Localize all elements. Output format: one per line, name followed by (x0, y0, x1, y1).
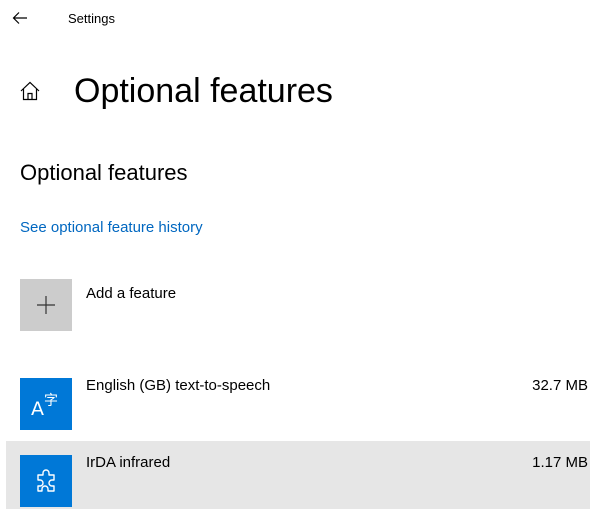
settings-window: Settings Optional features Optional feat… (0, 0, 590, 514)
back-arrow-icon (12, 12, 27, 24)
feature-name: English (GB) text-to-speech (86, 377, 271, 394)
add-feature-label: Add a feature (86, 285, 177, 302)
plus-icon (37, 296, 55, 314)
svg-text:字: 字 (44, 393, 58, 409)
feature-tile (20, 455, 72, 507)
puzzle-piece-icon (37, 469, 55, 492)
feature-row-english-tts[interactable]: A 字 English (GB) text-to-speech 32.7 MB (6, 364, 590, 432)
feature-row-irda-infrared[interactable]: IrDA infrared 1.17 MB (6, 441, 590, 509)
feature-tile: A 字 (20, 378, 72, 430)
feature-name: IrDA infrared (86, 454, 171, 471)
add-feature-tile (20, 279, 72, 331)
home-icon[interactable] (19, 80, 41, 102)
svg-text:A: A (31, 398, 44, 420)
feature-size: 32.7 MB (532, 377, 588, 394)
back-button[interactable] (4, 4, 36, 32)
page-title: Optional features (74, 72, 333, 110)
feature-size: 1.17 MB (532, 454, 588, 471)
section-title: Optional features (20, 160, 188, 185)
text-to-speech-icon: A 字 (31, 393, 58, 420)
app-title: Settings (68, 11, 115, 26)
add-feature-button[interactable]: Add a feature (20, 279, 240, 331)
optional-feature-history-link[interactable]: See optional feature history (20, 218, 203, 238)
